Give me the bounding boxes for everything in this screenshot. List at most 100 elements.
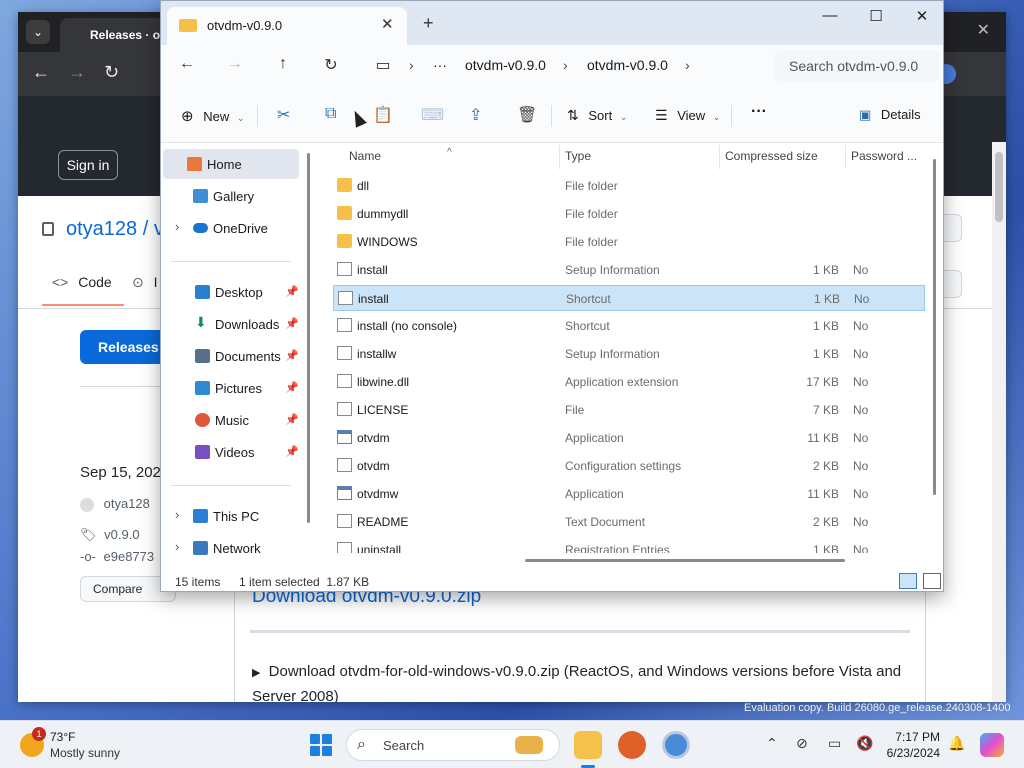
- nav-item-desktop[interactable]: Desktop 📌: [171, 277, 301, 307]
- file-row[interactable]: otvdm Configuration settings 2 KB No: [333, 453, 925, 479]
- browser-close-icon[interactable]: ✕: [977, 20, 990, 40]
- nav-item-onedrive[interactable]: › OneDrive: [171, 213, 301, 243]
- close-window-icon[interactable]: ✕: [907, 7, 937, 25]
- chevron-right-icon[interactable]: ›: [685, 57, 690, 73]
- system-clock[interactable]: 7:17 PM 6/23/2024: [880, 729, 940, 761]
- notification-bell-icon[interactable]: 🔔: [948, 735, 965, 752]
- tiles-view-icon[interactable]: [923, 573, 941, 589]
- breadcrumb-item[interactable]: otvdm-v0.9.0: [587, 57, 668, 73]
- weather-temperature[interactable]: 73°F: [50, 730, 75, 744]
- maximize-icon[interactable]: ☐: [861, 7, 891, 25]
- browser-taskbar-icon[interactable]: [662, 731, 690, 759]
- view-button[interactable]: ☰ View ⌄: [655, 107, 720, 124]
- chevron-right-icon[interactable]: ›: [175, 539, 179, 554]
- file-row[interactable]: installw Setup Information 1 KB No: [333, 341, 925, 367]
- browser-scrollbar[interactable]: [992, 142, 1006, 702]
- folder-icon: [337, 234, 352, 248]
- file-explorer-window[interactable]: otvdm-v0.9.0 ✕ + — ☐ ✕ ← → ↑ ↻ ▭ › ··· o…: [160, 0, 944, 592]
- release-commit[interactable]: -o- e9e8773: [80, 549, 154, 564]
- chevron-right-icon[interactable]: ›: [175, 219, 179, 234]
- minimize-icon[interactable]: —: [815, 7, 845, 24]
- paste-icon[interactable]: 📋: [373, 105, 393, 125]
- file-list-hscrollbar[interactable]: [525, 559, 845, 562]
- file-row[interactable]: install Setup Information 1 KB No: [333, 257, 925, 283]
- file-password: No: [853, 347, 869, 361]
- back-icon[interactable]: ←: [175, 55, 199, 73]
- nav-item-network[interactable]: › Network: [171, 533, 301, 563]
- tab-issues[interactable]: ⊙ I: [132, 274, 158, 291]
- file-row[interactable]: dll File folder: [333, 173, 925, 199]
- copilot-icon[interactable]: [980, 733, 1004, 757]
- forward-icon[interactable]: →: [68, 62, 86, 83]
- tab-code[interactable]: <> Code: [52, 274, 112, 290]
- file-row[interactable]: otvdm Application 11 KB No: [333, 425, 925, 451]
- this-pc-icon[interactable]: ▭: [371, 55, 395, 75]
- file-type: Text Document: [565, 515, 646, 529]
- refresh-icon[interactable]: ↻: [319, 55, 343, 75]
- nav-item-pictures[interactable]: Pictures 📌: [171, 373, 301, 403]
- file-row[interactable]: dummydll File folder: [333, 201, 925, 227]
- reload-icon[interactable]: ↻: [104, 62, 119, 83]
- nav-item-music[interactable]: Music 📌: [171, 405, 301, 435]
- file-name: README: [357, 515, 409, 529]
- file-row[interactable]: libwine.dll Application extension 17 KB No: [333, 369, 925, 395]
- file-row[interactable]: README Text Document 2 KB No: [333, 509, 925, 535]
- search-input[interactable]: Search otvdm-v0.9.0: [775, 51, 939, 81]
- new-button[interactable]: ⊕ New ⌄: [181, 107, 244, 125]
- file-icon: [337, 318, 352, 332]
- taskbar: 1 73°F Mostly sunny ⌕ Search ⌃ ⊘ ▭ 🔇 7:1…: [0, 720, 1024, 768]
- network-offline-icon[interactable]: ⊘: [796, 735, 808, 752]
- file-type: Shortcut: [565, 319, 610, 333]
- nav-item-downloads[interactable]: ⬇ Downloads 📌: [171, 309, 301, 339]
- more-options-icon[interactable]: ···: [751, 103, 767, 121]
- nav-item-videos[interactable]: Videos 📌: [171, 437, 301, 467]
- volume-mute-icon[interactable]: 🔇: [856, 735, 873, 752]
- release-author[interactable]: otya128: [80, 496, 150, 512]
- cut-icon[interactable]: ✂: [277, 105, 290, 125]
- release-tag[interactable]: 🏷 v0.9.0: [80, 527, 140, 543]
- delete-icon[interactable]: 🗑: [517, 105, 537, 125]
- file-row[interactable]: otvdmw Application 11 KB No: [333, 481, 925, 507]
- file-size: 11 KB: [807, 487, 839, 501]
- close-tab-icon[interactable]: ✕: [381, 15, 394, 33]
- forward-icon[interactable]: →: [223, 55, 247, 73]
- file-row[interactable]: WINDOWS File folder: [333, 229, 925, 255]
- scrollbar-thumb[interactable]: [995, 152, 1003, 222]
- repo-path-link[interactable]: otya128 / v: [66, 218, 164, 241]
- file-row[interactable]: install Shortcut 1 KB No: [333, 285, 925, 311]
- nav-pane-scrollbar[interactable]: [307, 153, 310, 523]
- more-breadcrumbs-icon[interactable]: ···: [433, 57, 447, 73]
- nav-item-documents[interactable]: Documents 📌: [171, 341, 301, 371]
- up-icon[interactable]: ↑: [271, 55, 295, 73]
- display-icon[interactable]: ▭: [828, 735, 841, 752]
- new-tab-icon[interactable]: +: [423, 13, 434, 34]
- share-icon[interactable]: ⇪: [469, 105, 482, 125]
- nav-item-home[interactable]: Home: [163, 149, 299, 179]
- explorer-tab[interactable]: otvdm-v0.9.0 ✕: [167, 7, 407, 45]
- details-button[interactable]: ▣ Details: [859, 107, 921, 123]
- file-list-scrollbar[interactable]: [933, 159, 936, 495]
- nav-item-gallery[interactable]: Gallery: [171, 181, 301, 211]
- breadcrumb-item[interactable]: otvdm-v0.9.0: [465, 57, 546, 73]
- chevron-up-icon[interactable]: ⌃: [766, 735, 778, 752]
- file-explorer-taskbar-icon[interactable]: [574, 731, 602, 759]
- file-row[interactable]: uninstall Registration Entries 1 KB No: [333, 537, 925, 553]
- start-button[interactable]: [310, 734, 332, 756]
- rename-icon[interactable]: ⌨: [421, 105, 444, 125]
- sign-in-button[interactable]: Sign in: [58, 150, 118, 180]
- taskbar-search[interactable]: ⌕ Search: [346, 729, 560, 761]
- nav-item-this-pc[interactable]: › This PC: [171, 501, 301, 531]
- file-icon: [337, 402, 352, 416]
- back-icon[interactable]: ←: [32, 62, 50, 83]
- details-view-icon[interactable]: [899, 573, 917, 589]
- copy-icon[interactable]: ⧉: [325, 105, 336, 123]
- tab-search-button[interactable]: ⌄: [26, 20, 50, 44]
- file-row[interactable]: LICENSE File 7 KB No: [333, 397, 925, 423]
- sort-button[interactable]: ⇅ Sort ⌄: [567, 107, 627, 124]
- chevron-right-icon[interactable]: ›: [175, 507, 179, 522]
- releases-button[interactable]: Releases: [80, 330, 170, 364]
- download-old-link[interactable]: ▶ Download otvdm-for-old-windows-v0.9.0.…: [252, 660, 920, 702]
- firefox-taskbar-icon[interactable]: [618, 731, 646, 759]
- weather-description[interactable]: Mostly sunny: [50, 746, 120, 760]
- file-row[interactable]: install (no console) Shortcut 1 KB No: [333, 313, 925, 339]
